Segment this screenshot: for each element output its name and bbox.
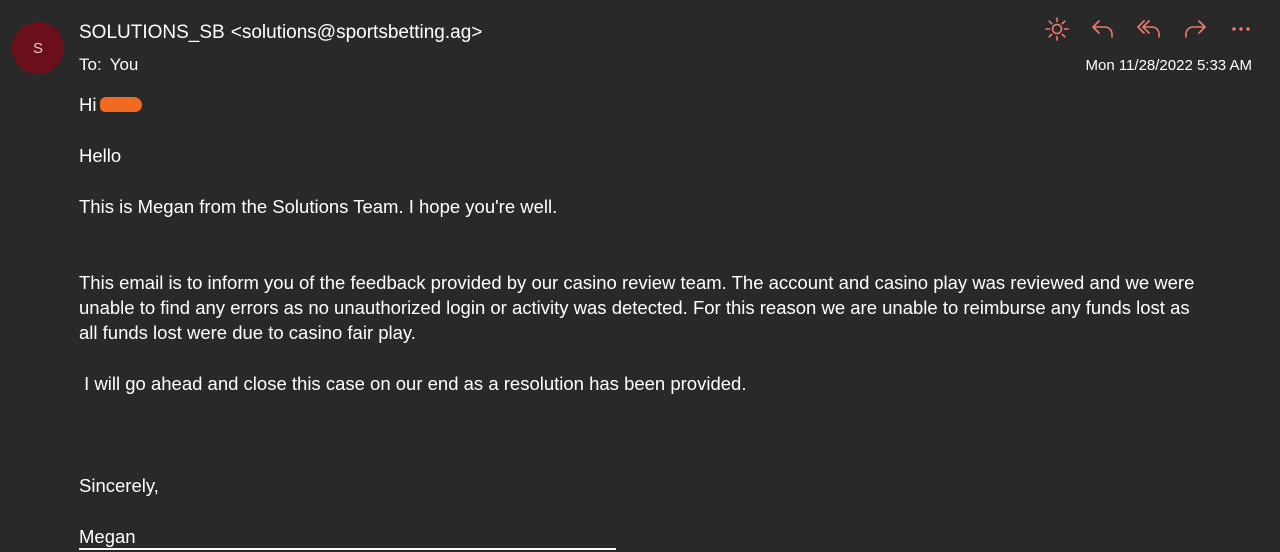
intro-text: This is Megan from the Solutions Team. I… xyxy=(79,196,558,217)
sender-name[interactable]: SOLUTIONS_SB xyxy=(79,22,225,43)
forward-icon xyxy=(1185,20,1206,38)
more-icon xyxy=(1232,27,1250,31)
message-date: Mon 11/28/2022 5:33 AM xyxy=(1085,57,1252,74)
greeting-line: Hi xyxy=(79,92,1239,117)
signoff-text: Sincerely, xyxy=(79,475,159,496)
signature-name: Megan xyxy=(79,526,136,547)
sender-email[interactable]: <solutions@sportsbetting.ag> xyxy=(231,22,483,43)
paragraph-1-line-1: This email is to inform you of the feedb… xyxy=(79,272,1195,293)
reply-button[interactable] xyxy=(1086,14,1120,44)
paragraph-1-line-2: unable to find any errors as no unauthor… xyxy=(79,297,1190,318)
greeting: Hi xyxy=(79,94,97,115)
reply-all-button[interactable] xyxy=(1132,14,1166,44)
paragraph-2: I will go ahead and close this case on o… xyxy=(79,373,747,394)
to-recipient[interactable]: You xyxy=(110,55,139,74)
signature-divider xyxy=(79,548,616,550)
forward-button[interactable] xyxy=(1178,14,1212,44)
hello-text: Hello xyxy=(79,145,122,166)
reply-icon xyxy=(1092,20,1113,38)
avatar-initial: S xyxy=(32,39,43,57)
redaction-mark xyxy=(100,97,143,112)
sender-line: SOLUTIONS_SB <solutions@sportsbetting.ag> xyxy=(79,22,482,44)
recipient-line: To: You xyxy=(79,55,138,75)
avatar[interactable]: S xyxy=(12,22,64,74)
sun-icon xyxy=(1045,17,1069,41)
message-toolbar xyxy=(1040,14,1258,44)
message-body: Hi Hello This is Megan from the Solution… xyxy=(79,92,1239,549)
reply-all-icon xyxy=(1137,20,1160,38)
more-button[interactable] xyxy=(1224,14,1258,44)
to-label: To: xyxy=(79,55,102,74)
sun-button[interactable] xyxy=(1040,14,1074,44)
paragraph-1-line-3: all funds lost were due to casino fair p… xyxy=(79,322,416,343)
